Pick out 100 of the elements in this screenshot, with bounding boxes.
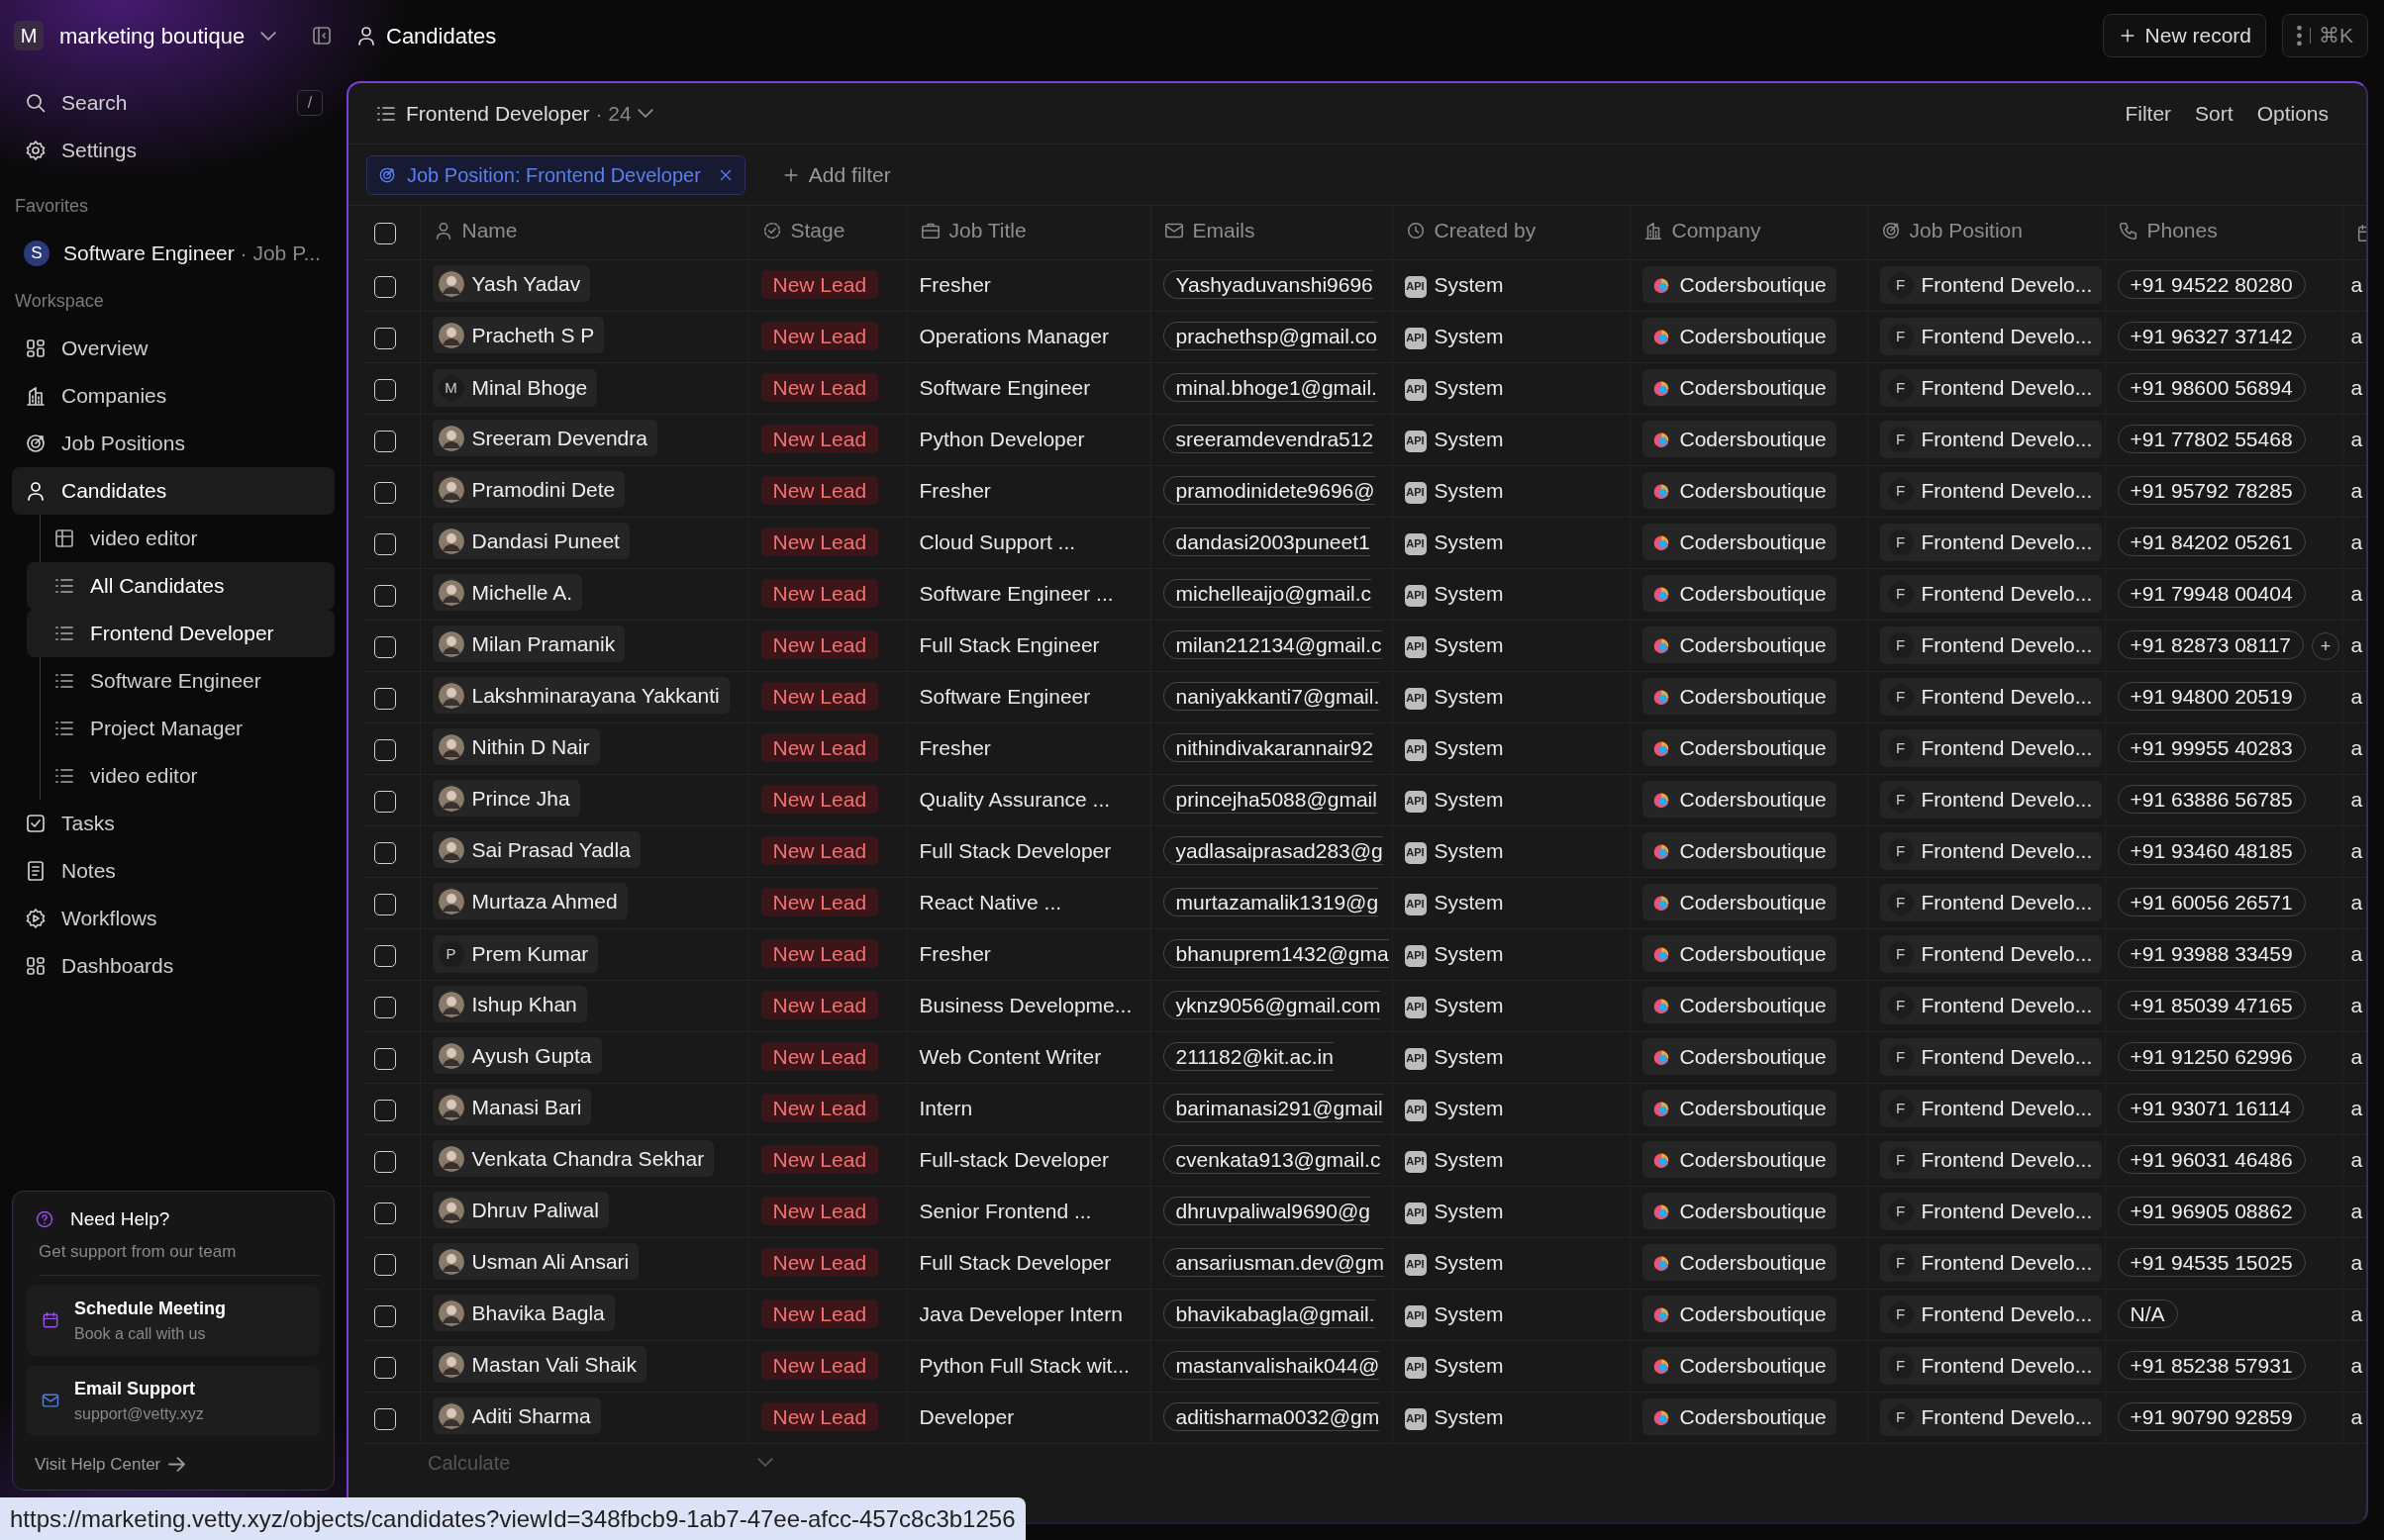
company-chip[interactable]: Codersboutique: [1641, 420, 1837, 458]
row-checkbox[interactable]: [374, 1253, 396, 1276]
company-chip[interactable]: Codersboutique: [1641, 368, 1837, 407]
row-checkbox[interactable]: [374, 1150, 396, 1173]
email-chip[interactable]: dhruvpaliwal9690@g: [1162, 1197, 1370, 1226]
row-checkbox[interactable]: [374, 687, 396, 710]
job-position-chip[interactable]: F Frontend Develo...: [1879, 1090, 2103, 1127]
job-position-chip[interactable]: F Frontend Develo...: [1879, 1347, 2103, 1385]
row-checkbox[interactable]: [374, 1304, 396, 1327]
company-chip[interactable]: Codersboutique: [1641, 1089, 1837, 1127]
company-chip[interactable]: Codersboutique: [1641, 626, 1837, 664]
candidate-name[interactable]: Michelle A.: [432, 573, 583, 612]
company-chip[interactable]: Codersboutique: [1641, 471, 1837, 510]
email-chip[interactable]: sreeramdevendra512: [1162, 425, 1374, 454]
row-checkbox[interactable]: [374, 584, 396, 607]
row-checkbox[interactable]: [374, 944, 396, 967]
row-checkbox[interactable]: [374, 996, 396, 1018]
job-position-chip[interactable]: F Frontend Develo...: [1879, 729, 2103, 767]
email-chip[interactable]: aditisharma0032@gm: [1162, 1402, 1380, 1432]
select-all-checkbox[interactable]: [374, 223, 396, 245]
company-chip[interactable]: Codersboutique: [1641, 677, 1837, 716]
email-chip[interactable]: dandasi2003puneet1: [1162, 528, 1370, 557]
favorite-item[interactable]: S Software Engineer · Job P...: [12, 230, 335, 277]
column-header[interactable]: Emails: [1162, 215, 1255, 246]
candidate-name[interactable]: Dhruv Paliwal: [432, 1191, 609, 1229]
company-chip[interactable]: Codersboutique: [1641, 1346, 1837, 1385]
sidebar-item[interactable]: Tasks: [12, 800, 335, 847]
company-chip[interactable]: Codersboutique: [1641, 883, 1837, 921]
candidate-name[interactable]: Ishup Khan: [432, 985, 587, 1023]
row-checkbox[interactable]: [374, 532, 396, 555]
column-header[interactable]: Stage: [760, 215, 845, 246]
candidate-name[interactable]: Aditi Sharma: [432, 1396, 601, 1435]
company-chip[interactable]: Codersboutique: [1641, 523, 1837, 561]
candidate-name[interactable]: Nithin D Nair: [432, 727, 600, 766]
email-chip[interactable]: yknz9056@gmail.com: [1162, 991, 1381, 1020]
settings-item[interactable]: Settings: [12, 127, 335, 174]
candidate-name[interactable]: Bhavika Bagla: [432, 1294, 615, 1332]
row-checkbox[interactable]: [374, 790, 396, 813]
view-item[interactable]: Software Engineer: [27, 657, 335, 705]
candidate-name[interactable]: Manasi Bari: [432, 1088, 592, 1126]
help-action[interactable]: Schedule Meeting Book a call with us: [27, 1285, 320, 1356]
help-center-link[interactable]: Visit Help Center: [35, 1451, 186, 1477]
row-checkbox[interactable]: [374, 1047, 396, 1070]
email-chip[interactable]: barimanasi291@gmail: [1162, 1094, 1383, 1123]
add-filter-button[interactable]: Add filter: [768, 158, 903, 191]
row-checkbox[interactable]: [374, 481, 396, 504]
row-checkbox[interactable]: [374, 378, 396, 401]
candidate-name[interactable]: Milan Pramanik: [432, 625, 626, 663]
column-header[interactable]: Name: [432, 215, 518, 246]
row-checkbox[interactable]: [374, 893, 396, 915]
job-position-chip[interactable]: F Frontend Develo...: [1879, 369, 2103, 407]
candidate-name[interactable]: Pramodini Dete: [432, 470, 626, 509]
job-position-chip[interactable]: F Frontend Develo...: [1879, 832, 2103, 870]
row-checkbox[interactable]: [374, 1356, 396, 1379]
sidebar-item[interactable]: Dashboards: [12, 942, 335, 990]
candidate-name[interactable]: Lakshminarayana Yakkanti: [432, 676, 730, 715]
candidate-name[interactable]: P Prem Kumar: [432, 935, 599, 973]
view-title[interactable]: Frontend Developer · 24: [406, 97, 632, 130]
column-header[interactable]: Phones: [2117, 215, 2218, 246]
row-checkbox[interactable]: [374, 430, 396, 452]
column-header[interactable]: Company: [1641, 215, 1761, 246]
job-position-chip[interactable]: F Frontend Develo...: [1879, 987, 2103, 1024]
workspace-name[interactable]: marketing boutique: [59, 19, 246, 52]
new-record-button[interactable]: New record: [2102, 14, 2266, 57]
company-chip[interactable]: Codersboutique: [1641, 986, 1837, 1024]
filter-chip[interactable]: Job Position: Frontend Developer: [366, 154, 745, 195]
sidebar-item[interactable]: Workflows: [12, 895, 335, 942]
company-chip[interactable]: Codersboutique: [1641, 265, 1837, 304]
job-position-chip[interactable]: F Frontend Develo...: [1879, 524, 2103, 561]
job-position-chip[interactable]: F Frontend Develo...: [1879, 1038, 2103, 1076]
company-chip[interactable]: Codersboutique: [1641, 831, 1837, 870]
row-checkbox[interactable]: [374, 841, 396, 864]
email-chip[interactable]: pramodinidete9696@: [1162, 476, 1375, 506]
email-chip[interactable]: milan212134@gmail.c: [1162, 630, 1382, 660]
job-position-chip[interactable]: F Frontend Develo...: [1879, 266, 2103, 304]
workspace-avatar[interactable]: M: [14, 21, 44, 50]
search-item[interactable]: Search /: [12, 79, 335, 127]
email-chip[interactable]: princejha5088@gmail: [1162, 785, 1377, 815]
row-checkbox[interactable]: [374, 1407, 396, 1430]
candidate-name[interactable]: Dandasi Puneet: [432, 522, 630, 560]
company-chip[interactable]: Codersboutique: [1641, 934, 1837, 973]
row-checkbox[interactable]: [374, 327, 396, 349]
candidate-name[interactable]: Sai Prasad Yadla: [432, 830, 641, 869]
email-chip[interactable]: bhanuprem1432@gma: [1162, 939, 1389, 969]
job-position-chip[interactable]: F Frontend Develo...: [1879, 678, 2103, 716]
candidate-name[interactable]: Venkata Chandra Sekhar: [432, 1139, 715, 1178]
company-chip[interactable]: Codersboutique: [1641, 1192, 1837, 1230]
sidebar-item[interactable]: Overview: [12, 325, 335, 372]
company-chip[interactable]: Codersboutique: [1641, 1397, 1837, 1436]
view-action[interactable]: Filter: [2113, 97, 2184, 130]
email-chip[interactable]: murtazamalik1319@g: [1162, 888, 1379, 917]
company-chip[interactable]: Codersboutique: [1641, 780, 1837, 818]
email-chip[interactable]: yadlasaiprasad283@g: [1162, 836, 1383, 866]
row-checkbox[interactable]: [374, 275, 396, 298]
row-checkbox[interactable]: [374, 1099, 396, 1121]
sidebar-item[interactable]: Job Positions: [12, 420, 335, 467]
job-position-chip[interactable]: F Frontend Develo...: [1879, 421, 2103, 458]
candidate-name[interactable]: Mastan Vali Shaik: [432, 1345, 647, 1384]
email-chip[interactable]: ansariusman.dev@gm: [1162, 1248, 1384, 1278]
sidebar-item[interactable]: Candidates: [12, 467, 335, 515]
